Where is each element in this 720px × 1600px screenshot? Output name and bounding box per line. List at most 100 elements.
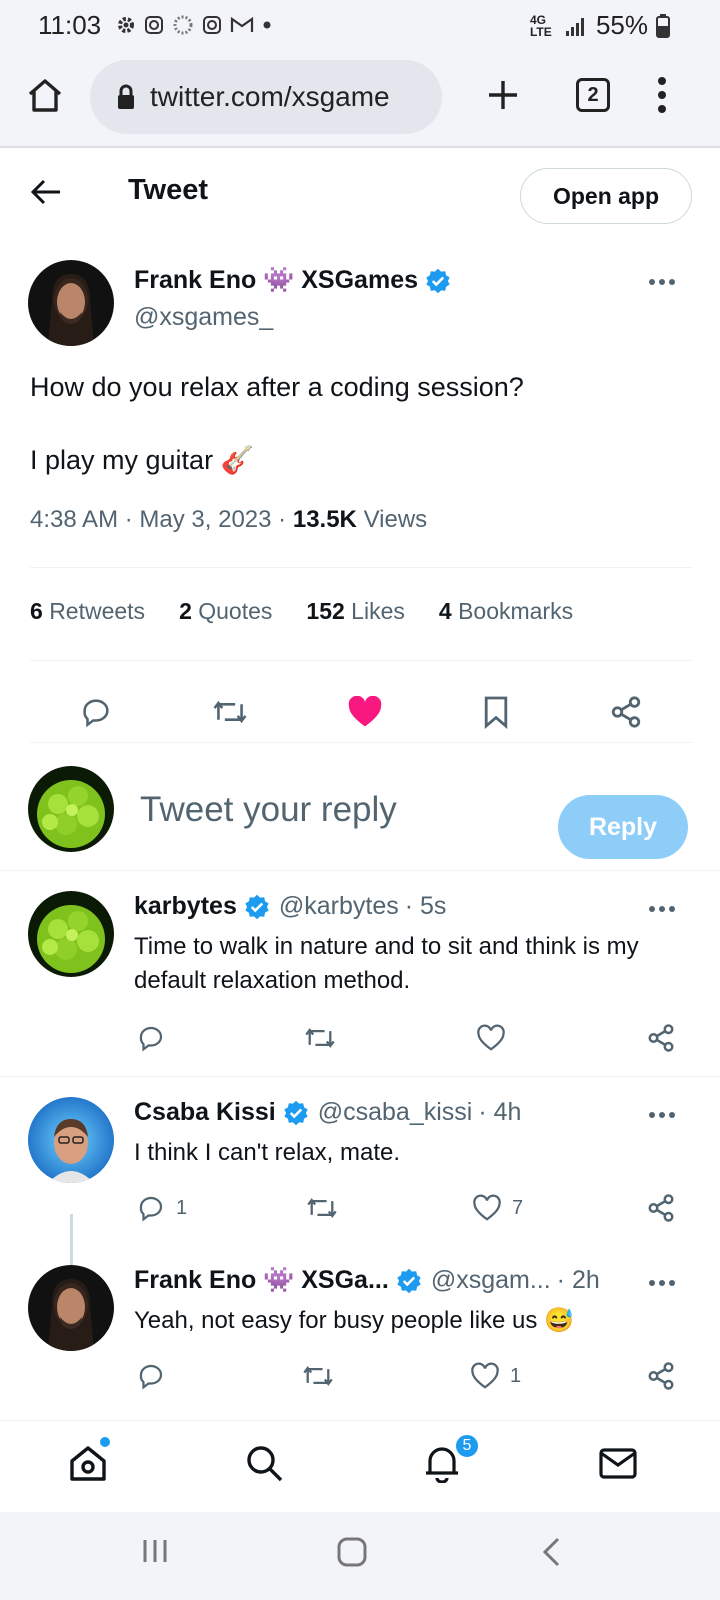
share-icon	[648, 1362, 674, 1390]
retweets-stat[interactable]: 6 Retweets	[30, 598, 145, 625]
settings-icon	[118, 17, 134, 33]
loading-icon	[173, 15, 193, 35]
like-button[interactable]	[347, 696, 383, 728]
reply-reply-button[interactable]	[136, 1361, 166, 1391]
reply-avatar[interactable]	[28, 1097, 114, 1183]
address-bar[interactable]: twitter.com/xsgame	[90, 60, 442, 134]
reply-author-handle[interactable]: @karbytes	[279, 892, 399, 921]
bookmarks-count: 4	[438, 598, 452, 624]
system-back-button[interactable]	[540, 1536, 564, 1568]
browser-home-button[interactable]	[26, 76, 64, 114]
gmail-icon	[230, 16, 254, 32]
nav-search[interactable]	[244, 1443, 284, 1483]
back-button[interactable]	[30, 178, 62, 206]
reply-share-button[interactable]	[646, 1023, 676, 1053]
tweet-time[interactable]: 4:38 AM	[30, 506, 118, 533]
quotes-stat[interactable]: 2 Quotes	[179, 598, 272, 625]
system-home-icon	[337, 1537, 367, 1567]
retweet-button[interactable]	[212, 696, 248, 728]
views-count: 13.5K	[292, 506, 357, 533]
divider	[30, 660, 692, 661]
reply-retweet-button[interactable]	[304, 1024, 336, 1052]
tab-switcher-button[interactable]: 2	[576, 78, 610, 112]
reply-author-name[interactable]: Frank Eno 👾 XSGa...	[134, 1266, 389, 1295]
reply-icon	[139, 1364, 163, 1390]
romanesco-avatar-image	[28, 766, 114, 852]
reply-actions	[136, 1018, 692, 1058]
reply-author-handle[interactable]: @csaba_kissi	[318, 1098, 473, 1127]
tweet-text-line1: How do you relax after a coding session?	[30, 372, 524, 402]
author-avatar[interactable]	[28, 260, 114, 346]
more-horiz-icon	[649, 1112, 675, 1118]
nav-messages[interactable]	[598, 1443, 638, 1483]
reply-avatar[interactable]	[28, 891, 114, 977]
author-handle[interactable]: @xsgames_	[134, 303, 273, 332]
tweet-date[interactable]: May 3, 2023	[139, 506, 271, 533]
instagram-icon	[203, 16, 221, 34]
reply-input[interactable]: Tweet your reply	[140, 790, 397, 830]
more-horiz-icon	[649, 1280, 675, 1286]
reply-retweet-button[interactable]	[306, 1194, 338, 1222]
tweet-actions	[30, 686, 692, 738]
verified-badge-icon	[284, 1100, 308, 1125]
reply-more-button[interactable]	[648, 905, 676, 913]
more-vert-icon	[658, 77, 666, 113]
retweets-label: Retweets	[49, 598, 146, 624]
lock-icon	[118, 84, 134, 109]
heart-icon	[473, 1194, 501, 1221]
retweet-icon	[303, 1366, 333, 1386]
signal-icon	[565, 17, 584, 36]
share-icon	[611, 696, 640, 728]
meta-separator: ·	[278, 506, 293, 533]
reply-more-button[interactable]	[648, 1279, 676, 1287]
home-unread-dot	[100, 1437, 110, 1447]
system-back-icon	[542, 1537, 560, 1567]
reply-author-row: Frank Eno 👾 XSGa... @xsgam... · 2h	[134, 1266, 600, 1295]
tweet-meta: 4:38 AM · May 3, 2023 · 13.5K Views	[30, 506, 427, 534]
share-button[interactable]	[609, 695, 643, 729]
tweet-text-line2: I play my guitar 🎸	[30, 445, 255, 475]
reply-retweet-button[interactable]	[302, 1362, 334, 1390]
nav-home[interactable]	[68, 1443, 108, 1483]
reply-avatar[interactable]	[28, 1265, 114, 1351]
reply-reply-button[interactable]	[136, 1023, 166, 1053]
browser-menu-button[interactable]	[656, 76, 668, 114]
quotes-label: Quotes	[198, 598, 273, 624]
tweet-more-button[interactable]	[648, 278, 676, 286]
retweet-icon	[307, 1198, 337, 1218]
reply-more-button[interactable]	[648, 1111, 676, 1119]
system-navigation-bar	[0, 1512, 720, 1600]
recent-apps-button[interactable]	[140, 1536, 170, 1566]
reply-author-name[interactable]: karbytes	[134, 892, 237, 921]
tweet-header: Tweet Open app	[0, 150, 720, 234]
status-bar: 11:03 4G LTE 55%	[0, 0, 720, 52]
reply-actions: 1 7	[136, 1188, 692, 1228]
bookmark-button[interactable]	[482, 695, 510, 729]
divider	[0, 1076, 720, 1077]
reply-author-handle[interactable]: @xsgam...	[431, 1266, 551, 1295]
battery-percent: 55%	[595, 10, 648, 40]
reply-submit-button[interactable]: Reply	[558, 795, 688, 859]
reply-like-button[interactable]: 1	[470, 1362, 521, 1390]
new-tab-button[interactable]	[486, 78, 520, 112]
reply-reply-button[interactable]: 1	[136, 1193, 187, 1223]
url-text: twitter.com/xsgame	[150, 81, 390, 112]
reply-like-button[interactable]	[476, 1024, 506, 1052]
reply-icon	[83, 699, 109, 728]
quotes-count: 2	[179, 598, 192, 624]
divider	[30, 567, 692, 568]
reply-text: I think I can't relax, mate.	[134, 1139, 401, 1166]
reply-author-name[interactable]: Csaba Kissi	[134, 1098, 276, 1127]
system-home-button[interactable]	[336, 1536, 368, 1568]
reply-button[interactable]	[79, 695, 113, 729]
browser-toolbar: twitter.com/xsgame 2	[0, 52, 720, 148]
author-name[interactable]: Frank Eno 👾 XSGames	[134, 266, 418, 295]
reply-text: Time to walk in nature and to sit and th…	[134, 933, 639, 994]
verified-badge-icon	[245, 894, 269, 919]
open-app-button[interactable]: Open app	[520, 168, 692, 224]
bookmarks-stat[interactable]: 4 Bookmarks	[439, 598, 573, 625]
reply-like-button[interactable]: 7	[472, 1194, 523, 1222]
reply-share-button[interactable]	[646, 1361, 676, 1391]
likes-stat[interactable]: 152 Likes	[306, 598, 404, 625]
reply-share-button[interactable]	[646, 1193, 676, 1223]
